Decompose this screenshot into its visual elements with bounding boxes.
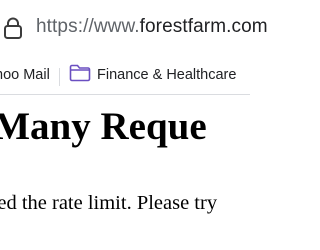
bookmark-folder-finance[interactable]: Finance & Healthcare [69, 64, 236, 86]
address-bar[interactable]: https://www.forestfarm.com [0, 0, 268, 56]
url-prefix: https://www. [36, 16, 140, 37]
error-heading: o Many Reque [0, 105, 207, 148]
folder-icon [69, 64, 91, 82]
browser-chrome: https://www.forestfarm.com hoo Mail Fina… [0, 0, 268, 95]
lock-icon[interactable] [3, 17, 23, 39]
bookmarks-bar: hoo Mail Finance & Healthcare [0, 56, 250, 95]
url-text[interactable]: https://www.forestfarm.com [36, 16, 268, 38]
error-message: eded the rate limit. Please try [0, 192, 218, 214]
page-content: o Many Reque eded the rate limit. Please… [0, 94, 250, 250]
bookmark-label: hoo Mail [0, 67, 50, 83]
url-domain: forestfarm.com [139, 16, 268, 37]
bookmark-yahoo-mail[interactable]: hoo Mail [0, 64, 50, 86]
bookmark-separator [59, 68, 60, 86]
bookmark-label: Finance & Healthcare [97, 67, 237, 83]
